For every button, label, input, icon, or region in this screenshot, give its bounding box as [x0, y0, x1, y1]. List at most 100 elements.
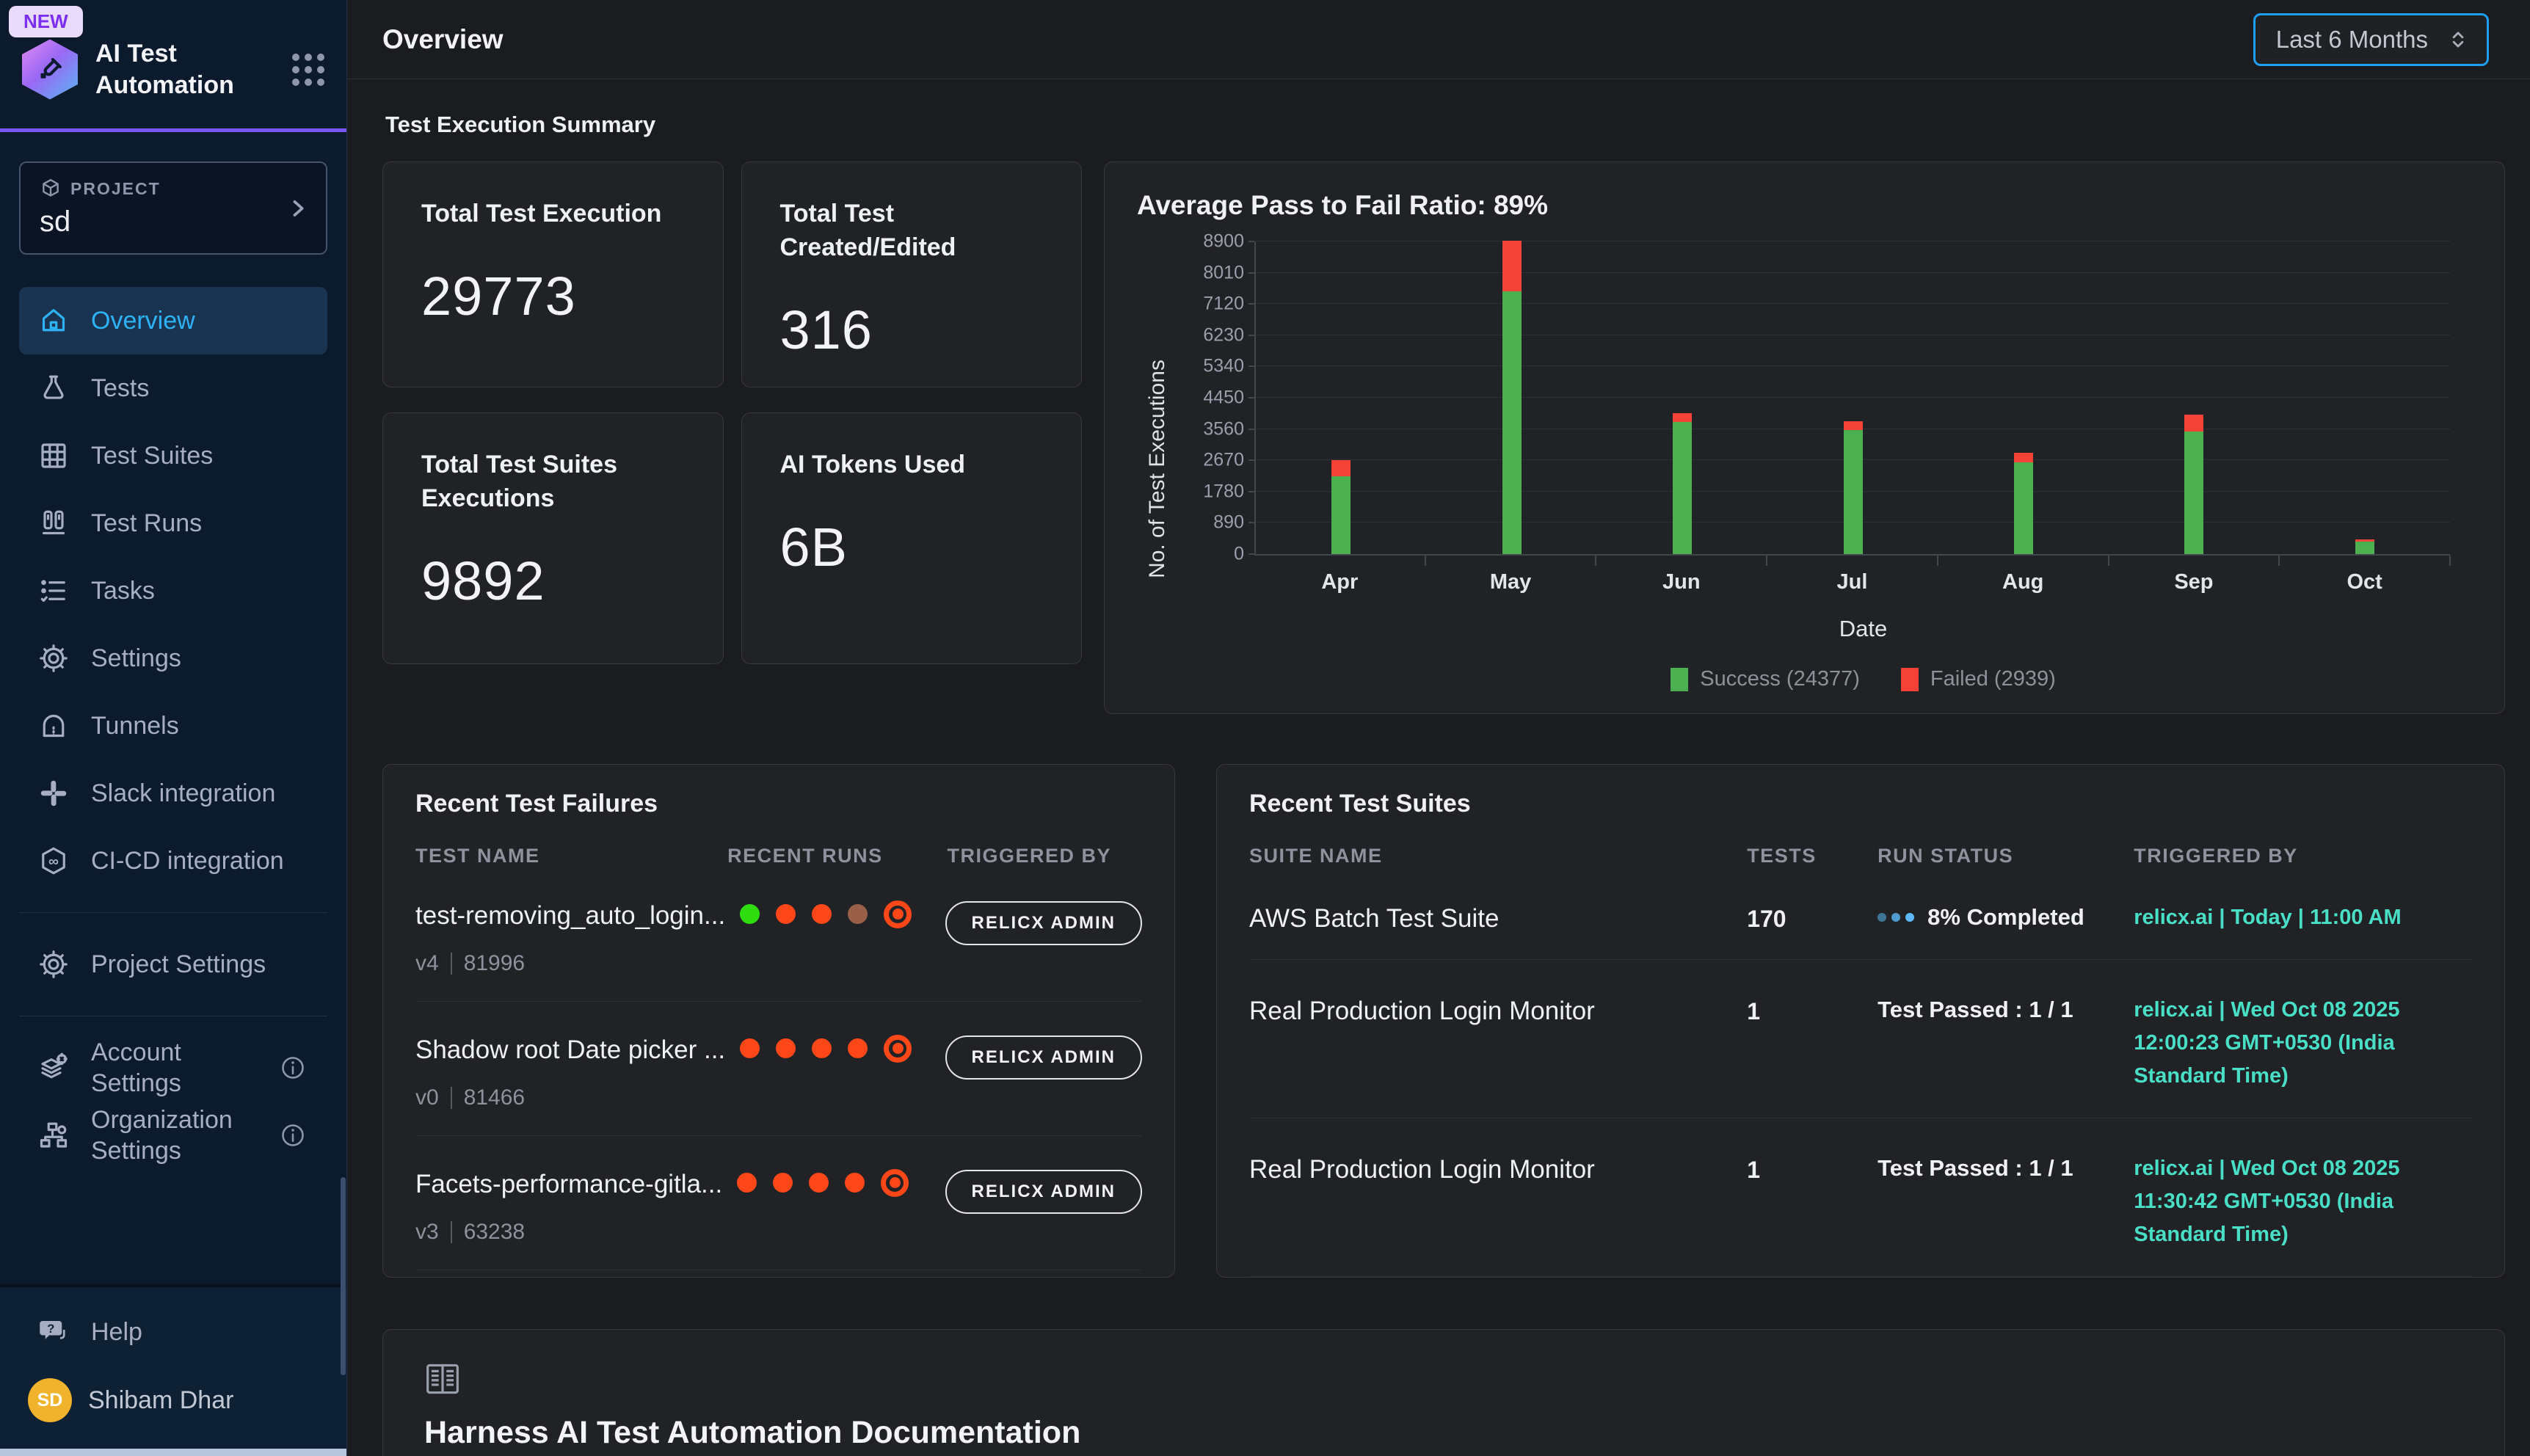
failure-row[interactable]: Copilot: Classified: Leave...v663129RELI…: [415, 1270, 1142, 1278]
y-tick-label: 3560: [1203, 418, 1244, 440]
date-range-select[interactable]: Last 6 Months: [2253, 13, 2489, 66]
run-status-dot-icon: [740, 904, 760, 924]
chart-legend: Success (24377)Failed (2939): [1254, 667, 2472, 691]
org-icon: [38, 1120, 69, 1151]
recent-runs-dots: [737, 1170, 930, 1193]
suite-run-status: 8% Completed: [1877, 901, 2119, 931]
sidebar-item-tests[interactable]: Tests: [19, 354, 327, 422]
suite-row[interactable]: Real Production Login Monitor1Test Passe…: [1249, 1118, 2472, 1277]
sidebar: NEW AI Test Automation: [0, 0, 347, 1456]
legend-label: Success (24377): [1700, 667, 1860, 691]
runs-icon: [38, 508, 69, 539]
bar-oct: [2355, 539, 2374, 554]
sidebar-item-ci-cd-integration[interactable]: ∞CI-CD integration: [19, 827, 327, 895]
suite-tests-count: 1: [1747, 994, 1863, 1025]
failed-segment: [2014, 453, 2033, 462]
help-item[interactable]: ? Help: [19, 1306, 327, 1358]
suite-row[interactable]: Real Production Login Monitor1Test Passe…: [1249, 1277, 2472, 1278]
home-icon: [38, 305, 69, 336]
test-name: Shadow root Date picker ...: [415, 1035, 725, 1065]
sidebar-horizontal-scrollbar[interactable]: [0, 1449, 346, 1456]
run-status-dot-icon: [812, 904, 832, 924]
sidebar-item-label: Test Suites: [91, 440, 213, 472]
failed-segment: [1844, 421, 1863, 430]
failure-row[interactable]: test-removing_auto_login...v481996RELICX…: [415, 867, 1142, 1002]
sidebar-item-tasks[interactable]: Tasks: [19, 557, 327, 625]
separator: [451, 1221, 452, 1243]
failure-row[interactable]: Shadow root Date picker ...v081466RELICX…: [415, 1002, 1142, 1136]
sidebar-item-organization-settings[interactable]: Organization Settings: [19, 1102, 327, 1169]
suite-tests-count: 1: [1747, 1152, 1863, 1184]
y-tick: [1248, 459, 1254, 461]
progress-loader-icon: [1877, 913, 1914, 922]
x-tick: [1937, 556, 1938, 566]
x-tick-label: Jul: [1837, 570, 1868, 594]
y-tick: [1248, 397, 1254, 398]
app-switcher-icon[interactable]: [292, 54, 324, 86]
sidebar-secondary-nav: Project Settings: [0, 931, 346, 998]
stat-card-total-test-suites-executions: Total Test Suites Executions9892: [382, 412, 724, 664]
gear-icon: [38, 643, 69, 674]
triggered-by-button[interactable]: RELICX ADMIN: [945, 1035, 1142, 1080]
failure-row[interactable]: Facets-performance-gitla...v363238RELICX…: [415, 1136, 1142, 1270]
sidebar-header: NEW AI Test Automation: [0, 0, 346, 128]
avatar: SD: [28, 1378, 72, 1422]
project-selector[interactable]: PROJECT sd: [19, 161, 327, 255]
test-version-run: v363238: [415, 1220, 722, 1245]
legend-item: Success (24377): [1671, 667, 1860, 691]
nav-divider: [19, 912, 327, 913]
suite-row[interactable]: Real Production Login Monitor1Test Passe…: [1249, 960, 2472, 1118]
col-triggered-by: TRIGGERED BY: [948, 845, 1142, 867]
sidebar-item-account-settings[interactable]: Account Settings: [19, 1034, 327, 1102]
bar-may: [1502, 241, 1522, 554]
x-tick-label: Jun: [1662, 570, 1701, 594]
success-segment: [1844, 430, 1863, 554]
user-menu[interactable]: SD Shibam Dhar: [19, 1358, 327, 1443]
success-segment: [2014, 462, 2033, 554]
test-version: v0: [415, 1085, 439, 1110]
sidebar-item-label: Account Settings: [91, 1037, 255, 1099]
suite-status-text: Test Passed : 1 / 1: [1877, 1155, 2073, 1182]
chart-x-axis-title: Date: [1254, 616, 2472, 642]
app-title: AI Test Automation: [95, 38, 275, 101]
y-tick: [1248, 553, 1254, 555]
triggered-by-button[interactable]: RELICX ADMIN: [945, 901, 1142, 945]
run-status-dot-icon: [848, 904, 868, 924]
y-tick-label: 7120: [1203, 294, 1244, 315]
x-tick: [2108, 556, 2109, 566]
run-status-dot-icon: [737, 1173, 757, 1193]
project-name: sd: [40, 205, 307, 239]
sidebar-item-test-suites[interactable]: Test Suites: [19, 422, 327, 489]
run-status-dot-icon: [740, 1038, 760, 1058]
info-icon[interactable]: [277, 1052, 308, 1083]
stat-card-total-test-created-edited: Total Test Created/Edited316: [741, 161, 1083, 387]
stat-value: 9892: [421, 550, 685, 612]
sidebar-item-label: Settings: [91, 643, 181, 674]
app-logo-icon: [22, 40, 78, 100]
triggered-by-button[interactable]: RELICX ADMIN: [945, 1170, 1142, 1214]
sidebar-nav: OverviewTests Test Suites Test RunsTasks Se…: [0, 287, 346, 895]
failure-triggered-cell: RELICX ADMIN: [945, 1170, 1142, 1214]
suite-run-status: Test Passed : 1 / 1: [1877, 1152, 2119, 1182]
y-tick-label: 1780: [1203, 481, 1244, 502]
y-tick-label: 8900: [1203, 231, 1244, 252]
sidebar-item-label: Tunnels: [91, 710, 179, 742]
sidebar-item-tunnels[interactable]: Tunnels: [19, 692, 327, 760]
legend-swatch: [1671, 668, 1688, 691]
sidebar-item-project-settings[interactable]: Project Settings: [19, 931, 327, 998]
bar-jun: [1673, 413, 1692, 554]
gridline: [1256, 397, 2450, 398]
sidebar-item-test-runs[interactable]: Test Runs: [19, 489, 327, 557]
failed-segment: [2184, 415, 2203, 432]
test-version-run: v481996: [415, 951, 725, 976]
sidebar-vertical-scrollbar[interactable]: [341, 1177, 346, 1375]
sidebar-item-settings[interactable]: Settings: [19, 625, 327, 692]
info-icon[interactable]: [277, 1120, 308, 1151]
failure-triggered-cell: RELICX ADMIN: [945, 901, 1142, 945]
failure-name-cell: Shadow root Date picker ...v081466: [415, 1035, 725, 1110]
sidebar-item-overview[interactable]: Overview: [19, 287, 327, 354]
stat-value: 6B: [780, 516, 1044, 578]
sidebar-item-slack-integration[interactable]: Slack integration: [19, 760, 327, 827]
run-status-ring-icon: [884, 900, 912, 928]
suite-row[interactable]: AWS Batch Test Suite1708% Completedrelic…: [1249, 867, 2472, 960]
